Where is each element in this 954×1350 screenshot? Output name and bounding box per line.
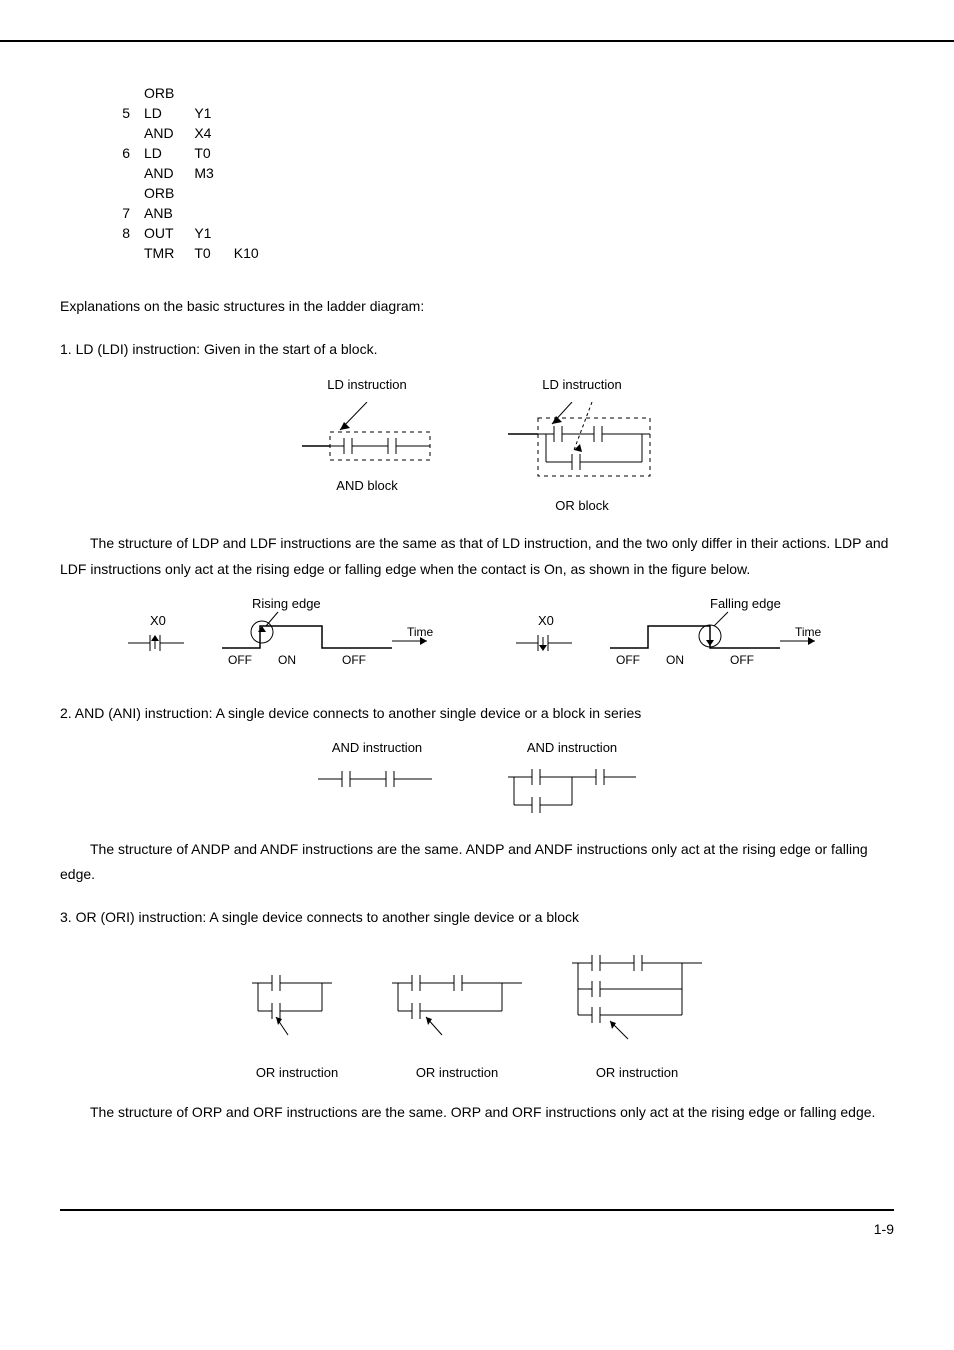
figure-edge-timing: X0 Rising edge Time OFF	[60, 596, 894, 671]
page-content: ORB 5LDY1 ANDX4 6LDT0 ANDM3 ORB 7ANB 8OUTY1 TMRT…	[0, 40, 954, 1169]
section-3-body: The structure of ORP and ORF instruction…	[60, 1100, 894, 1125]
falling-label: Falling edge	[710, 596, 781, 611]
fig3-and-label-right: AND instruction	[527, 740, 617, 755]
svg-text:OFF: OFF	[730, 653, 754, 667]
svg-text:ON: ON	[666, 653, 684, 667]
rising-label: Rising edge	[252, 596, 321, 611]
figure-or-instruction: OR instruction	[60, 945, 894, 1080]
svg-text:ON: ON	[278, 653, 296, 667]
code-row: TMRT0K10	[122, 244, 277, 262]
time-label: Time	[407, 625, 434, 639]
code-row: 7ANB	[122, 204, 277, 222]
fig4-or-label-1: OR instruction	[256, 1065, 338, 1080]
svg-text:Time: Time	[795, 625, 822, 639]
falling-timing-icon: Falling edge Time OFF ON OFF	[600, 596, 830, 671]
or-block-icon	[502, 402, 662, 492]
and-block-series-icon	[502, 761, 642, 817]
section-2-title: 2. AND (ANI) instruction: A single devic…	[60, 701, 894, 726]
fig3-and-label-left: AND instruction	[332, 740, 422, 755]
svg-text:OFF: OFF	[342, 653, 366, 667]
svg-text:OFF: OFF	[616, 653, 640, 667]
falling-contact-icon: X0	[512, 603, 582, 663]
svg-text:OFF: OFF	[228, 653, 252, 667]
fig1-and-block-label: AND block	[336, 478, 397, 493]
or-single-icon-1	[242, 965, 352, 1061]
code-row: 5LDY1	[122, 104, 277, 122]
code-row: 8OUTY1	[122, 224, 277, 242]
and-block-icon	[292, 402, 442, 472]
code-row: ORB	[122, 84, 277, 102]
section-2-body: The structure of ANDP and ANDF instructi…	[60, 837, 894, 887]
code-row: ORB	[122, 184, 277, 202]
or-single-icon-2	[382, 965, 532, 1061]
svg-text:X0: X0	[538, 613, 554, 628]
section-1-title: 1. LD (LDI) instruction: Given in the st…	[60, 337, 894, 362]
code-row: ANDM3	[122, 164, 277, 182]
intro-text: Explanations on the basic structures in …	[60, 294, 894, 319]
figure-and-instruction: AND instruction AND instruction	[60, 740, 894, 817]
code-row: 6LDT0	[122, 144, 277, 162]
rising-timing-icon: Rising edge Time OFF ON OFF	[212, 596, 442, 671]
fig4-or-label-2: OR instruction	[416, 1065, 498, 1080]
figure-ld-blocks: LD instruction	[60, 376, 894, 513]
fig1-ld-label-left: LD instruction	[327, 377, 406, 392]
code-row: ANDX4	[122, 124, 277, 142]
fig1-ld-label-right: LD instruction	[542, 377, 621, 392]
rising-contact-icon: X0	[124, 603, 194, 663]
instruction-list-table: ORB 5LDY1 ANDX4 6LDT0 ANDM3 ORB 7ANB 8OUTY1 TMRT…	[120, 82, 279, 264]
page-footer: 1-9	[60, 1209, 894, 1247]
fig4-or-label-3: OR instruction	[596, 1065, 678, 1080]
fig1-or-block-label: OR block	[555, 498, 608, 513]
and-series-icon	[312, 761, 442, 795]
x0-label: X0	[150, 613, 166, 628]
or-block-icon-3	[562, 945, 712, 1061]
section-1-body: The structure of LDP and LDF instruction…	[60, 531, 894, 581]
section-3-title: 3. OR (ORI) instruction: A single device…	[60, 905, 894, 930]
page-number: 1-9	[874, 1221, 894, 1237]
